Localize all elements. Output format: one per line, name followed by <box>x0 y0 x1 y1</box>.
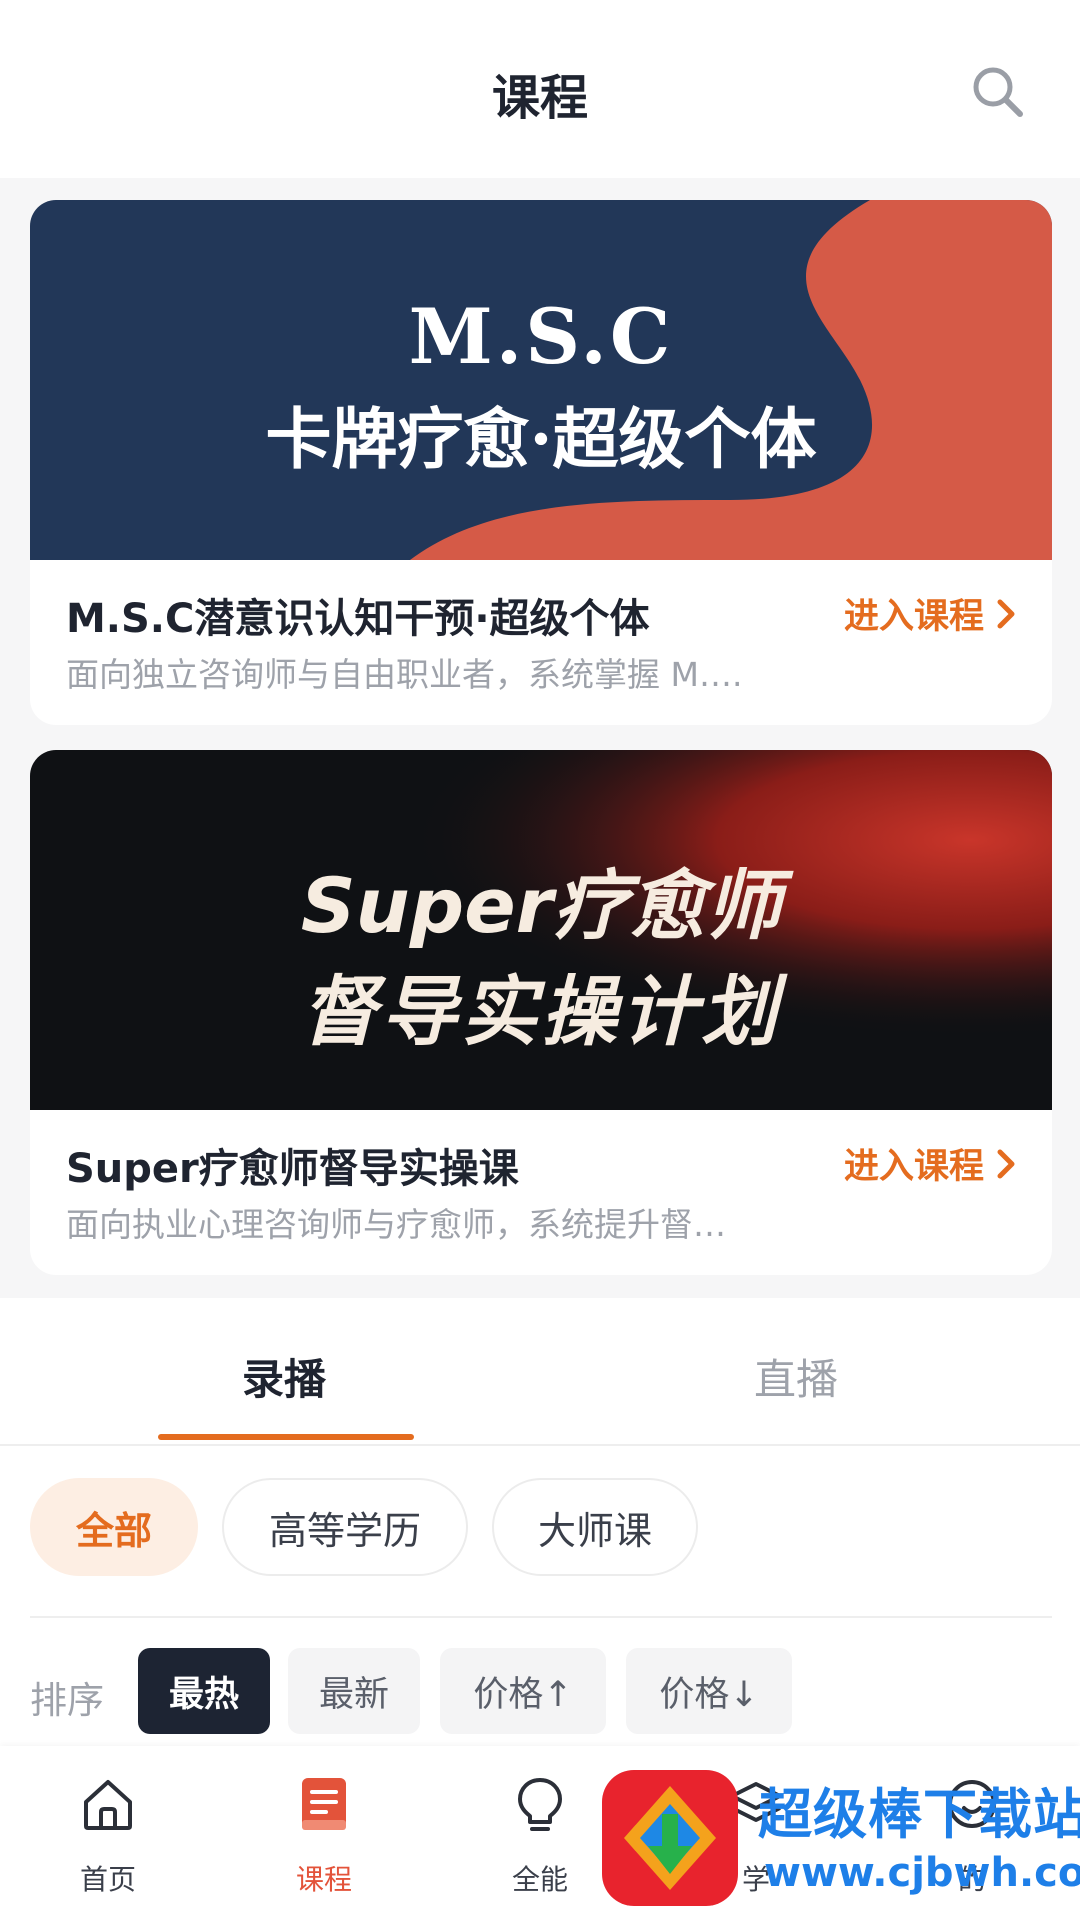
home-icon <box>84 1780 132 1830</box>
course-list-panel: 录播 直播 全部 高等学历 大师课 排序 最热 最新 价格↑ 价格↓ <box>0 1298 1080 1758</box>
page-title: 课程 <box>491 70 588 126</box>
sort-price-asc[interactable]: 价格↑ <box>440 1648 606 1734</box>
course-banner[interactable]: Super疗愈师 督导实操计划 <box>30 750 1052 1110</box>
divider <box>0 1444 1080 1446</box>
chevron-right-icon <box>997 1149 1015 1178</box>
banner-subheading: 督导实操计划 <box>301 967 781 1056</box>
filter-master-class[interactable]: 大师课 <box>492 1478 698 1576</box>
enter-course-label: 进入课程 <box>843 1147 984 1187</box>
watermark: 超级棒下载站 www.cjbwh.com <box>596 1764 1080 1920</box>
banner-heading: Super疗愈师 <box>300 861 782 950</box>
lightbulb-icon <box>518 1778 562 1831</box>
search-icon <box>973 67 1023 117</box>
filter-all[interactable]: 全部 <box>30 1478 198 1576</box>
course-card[interactable]: Super疗愈师 督导实操计划 Super疗愈师督导实操课 面向执业心理咨询师与… <box>30 750 1052 1275</box>
nav-home[interactable]: 首页 <box>28 1746 188 1920</box>
divider <box>30 1616 1052 1618</box>
course-description: 面向独立咨询师与自由职业者，系统掌握 M…. <box>66 655 743 694</box>
course-book-icon <box>302 1778 346 1830</box>
sort-hottest[interactable]: 最热 <box>138 1648 270 1734</box>
tab-recorded[interactable]: 录播 <box>242 1346 326 1407</box>
active-tab-indicator <box>158 1434 414 1440</box>
sort-price-desc[interactable]: 价格↓ <box>626 1648 792 1734</box>
course-description: 面向执业心理咨询师与疗愈师，系统提升督… <box>66 1205 726 1244</box>
course-banner[interactable]: M.S.C 卡牌疗愈·超级个体 <box>30 200 1052 560</box>
course-title: Super疗愈师督导实操课 <box>66 1146 519 1192</box>
tab-live[interactable]: 直播 <box>754 1346 838 1407</box>
course-title: M.S.C潜意识认知干预·超级个体 <box>66 596 650 642</box>
chevron-right-icon <box>997 599 1015 628</box>
watermark-title: 超级棒下载站 <box>758 1783 1080 1846</box>
sort-label: 排序 <box>30 1679 104 1722</box>
search-button[interactable] <box>968 62 1028 122</box>
watermark-url: www.cjbwh.com <box>764 1850 1080 1896</box>
course-card[interactable]: M.S.C 卡牌疗愈·超级个体 M.S.C潜意识认知干预·超级个体 面向独立咨询… <box>30 200 1052 725</box>
nav-course-label: 课程 <box>295 1863 352 1896</box>
nav-home-label: 首页 <box>79 1863 136 1896</box>
download-site-logo-icon <box>602 1770 738 1906</box>
filter-higher-education[interactable]: 高等学历 <box>222 1478 468 1576</box>
nav-course[interactable]: 课程 <box>244 1746 404 1920</box>
enter-course-button[interactable]: 进入课程 <box>844 1138 1018 1189</box>
enter-course-button[interactable]: 进入课程 <box>844 588 1018 639</box>
sort-newest[interactable]: 最新 <box>288 1648 420 1734</box>
enter-course-label: 进入课程 <box>843 597 984 637</box>
top-header: 课程 <box>0 0 1080 178</box>
banner-subheading: 卡牌疗愈·超级个体 <box>265 400 817 478</box>
banner-heading: M.S.C <box>408 292 674 381</box>
